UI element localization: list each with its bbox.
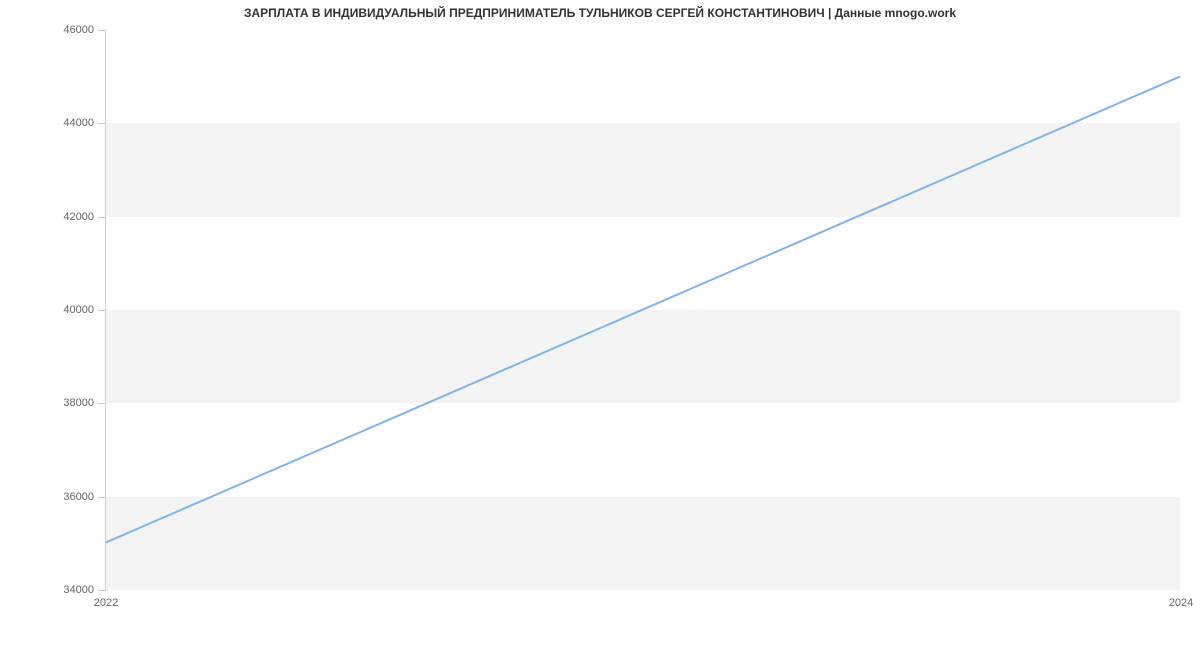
y-tick (98, 30, 106, 31)
x-axis-label: 2024 (1169, 597, 1193, 609)
y-axis-label: 46000 (46, 24, 94, 36)
chart-line (106, 30, 1180, 589)
y-axis-label: 44000 (46, 117, 94, 129)
y-axis-label: 36000 (46, 491, 94, 503)
chart-title: ЗАРПЛАТА В ИНДИВИДУАЛЬНЫЙ ПРЕДПРИНИМАТЕЛ… (0, 6, 1200, 20)
y-tick (98, 123, 106, 124)
plot-area: 34000360003800040000420004400046000 2022… (105, 30, 1180, 590)
y-tick (98, 217, 106, 218)
y-tick (98, 497, 106, 498)
y-axis-label: 38000 (46, 397, 94, 409)
y-tick (98, 310, 106, 311)
x-axis-label: 2022 (94, 597, 118, 609)
y-tick (98, 590, 106, 591)
y-tick (98, 403, 106, 404)
y-axis-label: 34000 (46, 584, 94, 596)
y-axis-label: 40000 (46, 304, 94, 316)
y-axis-label: 42000 (46, 211, 94, 223)
